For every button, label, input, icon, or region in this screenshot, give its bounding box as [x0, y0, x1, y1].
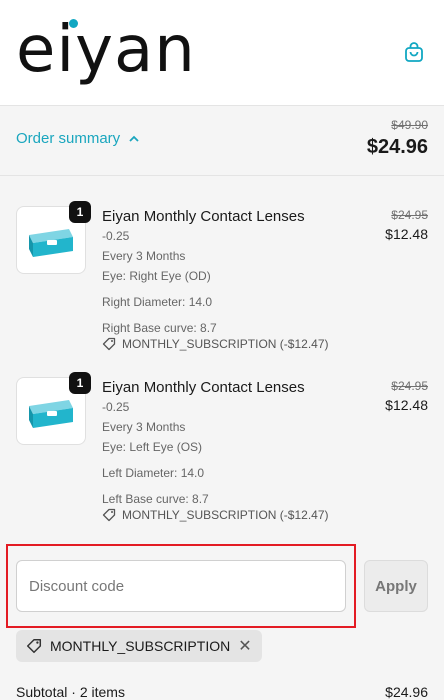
subtotal-row: Subtotal · 2 items $24.96 [16, 684, 428, 700]
applied-discount-code: MONTHLY_SUBSCRIPTION [50, 638, 231, 654]
item-discount-label: MONTHLY_SUBSCRIPTION (-$12.47) [122, 337, 329, 351]
quantity-badge: 1 [69, 372, 91, 394]
order-total: $24.96 [366, 136, 428, 158]
order-summary-label: Order summary [16, 130, 121, 147]
subtotal-label: Subtotal · 2 items [16, 684, 125, 700]
item-discount-label: MONTHLY_SUBSCRIPTION (-$12.47) [122, 508, 329, 522]
line-item: 1 Eiyan Monthly Contact Lenses -0.25 Eve… [16, 372, 428, 522]
remove-discount-icon[interactable]: ✕ [238, 636, 251, 656]
product-eye: Eye: Right Eye (OD) [102, 269, 211, 283]
product-power: -0.25 [102, 400, 130, 414]
line-item: 1 Eiyan Monthly Contact Lenses -0.25 Eve… [16, 201, 428, 351]
chevron-up-icon [129, 135, 139, 142]
site-header: eiyan [0, 0, 444, 106]
product-diameter: Right Diameter: 14.0 [102, 295, 213, 309]
product-frequency: Every 3 Months [102, 249, 186, 263]
line-item-details: Eiyan Monthly Contact Lenses -0.25 Every… [102, 377, 368, 522]
item-original-price: $24.95 [391, 379, 428, 393]
product-base-curve: Right Base curve: 8.7 [102, 321, 217, 335]
item-discount: MONTHLY_SUBSCRIPTION (-$12.47) [102, 508, 368, 522]
tag-icon [102, 508, 116, 522]
product-power: -0.25 [102, 229, 130, 243]
product-diameter: Left Diameter: 14.0 [102, 466, 205, 480]
order-summary-toggle[interactable]: Order summary [16, 130, 140, 147]
product-name: Eiyan Monthly Contact Lenses [102, 379, 305, 396]
item-price: $12.48 [385, 226, 428, 242]
product-thumbnail: 1 [16, 372, 91, 445]
order-summary-content: 1 Eiyan Monthly Contact Lenses -0.25 Eve… [0, 176, 444, 700]
product-name: Eiyan Monthly Contact Lenses [102, 208, 305, 225]
tag-icon [26, 638, 42, 654]
applied-discount-tag: MONTHLY_SUBSCRIPTION ✕ [16, 630, 262, 662]
summary-prices: $49.90 $24.96 [367, 118, 428, 159]
product-base-curve: Left Base curve: 8.7 [102, 492, 209, 506]
order-summary-bar: Order summary $49.90 $24.96 [0, 106, 444, 176]
line-item-prices: $24.95 $12.48 [368, 206, 428, 351]
subtotal-value: $24.96 [385, 684, 428, 700]
shopping-bag-icon[interactable] [402, 40, 426, 64]
product-thumbnail: 1 [16, 201, 91, 274]
quantity-badge: 1 [69, 201, 91, 223]
tag-icon [102, 337, 116, 351]
apply-discount-button[interactable]: Apply [364, 560, 428, 612]
item-discount: MONTHLY_SUBSCRIPTION (-$12.47) [102, 337, 368, 351]
logo-dot [69, 19, 78, 28]
item-original-price: $24.95 [391, 208, 428, 222]
product-frequency: Every 3 Months [102, 420, 186, 434]
original-total: $49.90 [391, 118, 428, 132]
line-item-details: Eiyan Monthly Contact Lenses -0.25 Every… [102, 206, 368, 351]
product-eye: Eye: Left Eye (OS) [102, 440, 203, 454]
discount-code-row: Apply [6, 544, 428, 628]
eiyan-logo[interactable]: eiyan [16, 18, 196, 82]
discount-highlight-box [6, 544, 356, 628]
discount-code-input[interactable] [16, 560, 346, 612]
item-price: $12.48 [385, 397, 428, 413]
line-item-prices: $24.95 $12.48 [368, 377, 428, 522]
